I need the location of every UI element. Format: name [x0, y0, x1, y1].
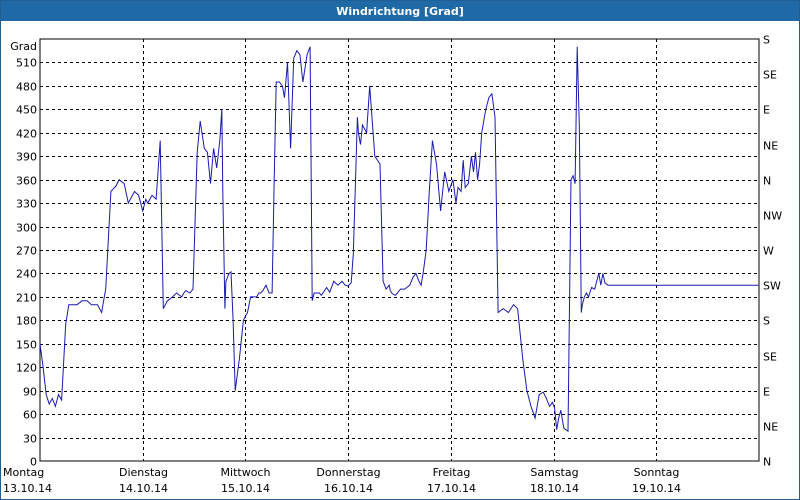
y-tick-label: 150 [16, 339, 37, 352]
y2-tick-label: SE [763, 69, 777, 82]
y-tick-label: 330 [16, 198, 37, 211]
x-tick-day: Montag [3, 466, 44, 479]
y2-tick-label: N [763, 175, 771, 188]
x-tick-date: 17.10.14 [427, 482, 476, 495]
x-tick-day: Sonntag [634, 466, 680, 479]
x-tick-date: 16.10.14 [324, 482, 373, 495]
x-tick-date: 14.10.14 [119, 482, 168, 495]
x-tick-date: 15.10.14 [221, 482, 270, 495]
y2-tick-label: S [763, 315, 770, 328]
y-tick-label: 510 [16, 57, 37, 70]
x-tick-day: Samstag [530, 466, 578, 479]
x-tick-day: Dienstag [119, 466, 168, 479]
y2-tick-label: N [763, 456, 771, 469]
y-tick-label: 240 [16, 268, 37, 281]
y-tick-label: 90 [23, 386, 37, 399]
y-tick-label: 30 [23, 433, 37, 446]
y2-tick-label: E [763, 386, 770, 399]
y-axis-label: Grad [10, 40, 37, 53]
y-tick-label: 180 [16, 315, 37, 328]
y-tick-label: 300 [16, 222, 37, 235]
x-tick-day: Freitag [433, 466, 471, 479]
y2-tick-label: NW [763, 210, 782, 223]
y-tick-label: 120 [16, 362, 37, 375]
y2-tick-label: NE [763, 421, 778, 434]
x-tick-date: 13.10.14 [3, 482, 52, 495]
x-tick-date: 19.10.14 [632, 482, 681, 495]
wind-direction-line [39, 46, 759, 433]
wind-direction-chart: 0306090120150180210240270300330360390420… [3, 34, 782, 496]
y-tick-label: 210 [16, 292, 37, 305]
plot-area [39, 38, 760, 462]
x-tick-date: 18.10.14 [530, 482, 579, 495]
y-tick-label: 270 [16, 245, 37, 258]
y2-tick-label: E [763, 104, 770, 117]
y-tick-label: 480 [16, 81, 37, 94]
y-tick-label: 390 [16, 151, 37, 164]
y2-tick-label: SE [763, 351, 777, 364]
y-tick-label: 450 [16, 104, 37, 117]
y2-tick-label: W [763, 245, 774, 258]
y-tick-label: 360 [16, 175, 37, 188]
y2-tick-label: S [763, 34, 770, 47]
y-tick-label: 420 [16, 128, 37, 141]
y2-tick-label: NE [763, 140, 778, 153]
x-tick-day: Donnerstag [316, 466, 380, 479]
y2-tick-label: SW [763, 280, 781, 293]
x-tick-day: Mittwoch [221, 466, 271, 479]
y-tick-label: 60 [23, 409, 37, 422]
